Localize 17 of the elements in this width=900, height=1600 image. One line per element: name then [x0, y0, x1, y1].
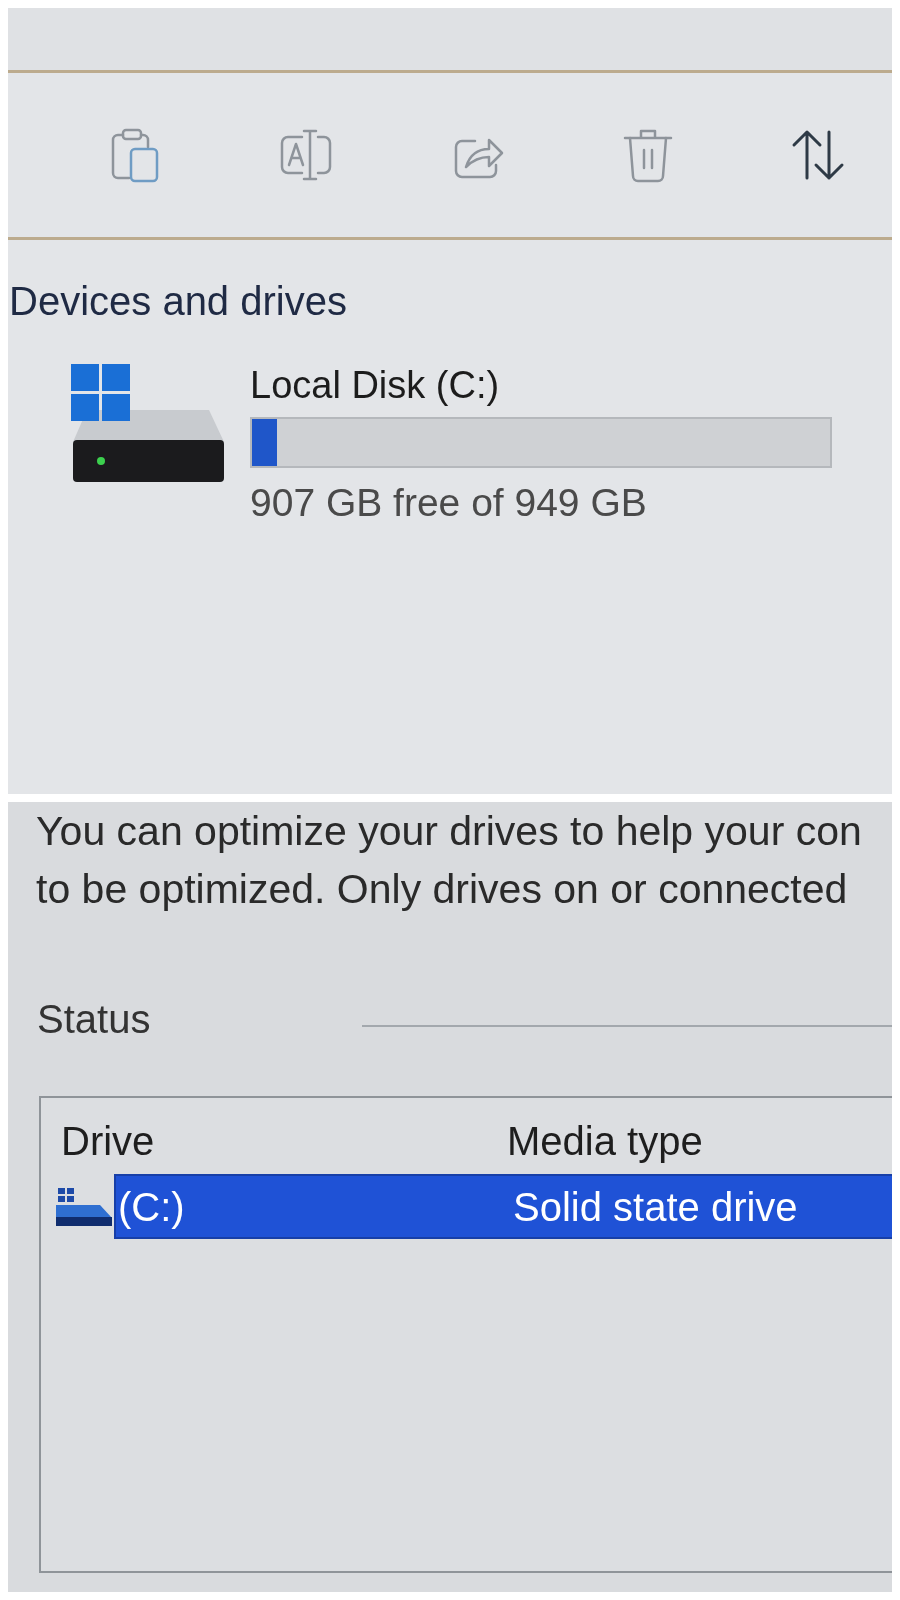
hard-drive-icon [71, 364, 224, 482]
rename-icon [278, 128, 334, 182]
table-cell: Solid state drive [513, 1183, 798, 1230]
drive-row[interactable]: (C:) Solid state drive [114, 1174, 892, 1239]
column-header[interactable]: Drive [61, 1118, 155, 1164]
column-header[interactable]: Media type [507, 1118, 703, 1164]
free-space-text: 907 GB free of 949 GB [250, 482, 647, 524]
drive-icon [56, 1187, 112, 1226]
group-label: Status [37, 996, 151, 1042]
sort-icon [791, 129, 845, 181]
description-text: You can optimize your drives to help your con to be optimized. Only drives on or connected [36, 807, 862, 914]
clipboard-icon [109, 127, 161, 183]
section-heading: Devices and drives [9, 278, 347, 324]
trash-icon [622, 127, 674, 183]
table-cell: (C:) [118, 1183, 185, 1230]
sort-button[interactable] [791, 129, 845, 181]
drive-name[interactable]: Local Disk (C:) [250, 364, 500, 406]
